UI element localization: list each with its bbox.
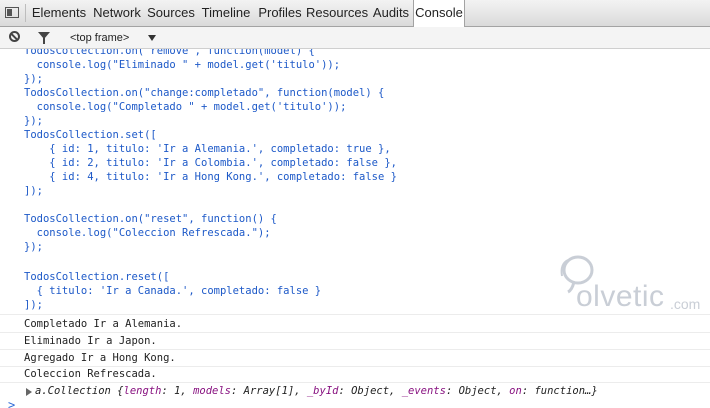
filter-icon[interactable] [38,32,50,44]
console-toolbar: <top frame> [0,27,710,49]
code-line: { id: 4, titulo: 'Ir a Hong Kong.', comp… [24,171,397,183]
code-line: console.log("Coleccion Refrescada."); [24,227,271,239]
object-value: : Array[1], [231,385,307,397]
frame-selector[interactable]: <top frame> [70,30,129,46]
watermark-suffix: .com [670,296,701,312]
row-separator [0,382,710,383]
dock-icon[interactable] [5,7,19,18]
console-prompt[interactable]: > [8,398,15,408]
row-separator [0,349,710,350]
log-line: Coleccion Refrescada. [24,368,157,380]
object-key: models [193,385,231,397]
code-line: TodosCollection.on("remove", function(mo… [24,49,315,57]
code-line: console.log("Eliminado " + model.get('ti… [24,59,341,71]
tab-console[interactable]: Console [413,0,465,27]
code-line: }); [24,115,43,127]
tab-sources[interactable]: Sources [146,0,196,26]
console-output[interactable]: TodosCollection.on("remove", function(mo… [0,49,710,408]
log-line: Eliminado Ir a Japon. [24,335,157,347]
object-value: : Object, [445,385,510,397]
tab-audits[interactable]: Audits [370,0,412,26]
object-key: _byId [306,385,339,397]
code-line: }); [24,241,43,253]
code-line: TodosCollection.on("reset", function() { [24,213,277,225]
code-line: ]); [24,185,43,197]
watermark: olvetic .com [548,252,708,322]
code-line: ]); [24,299,43,311]
log-line: Completado Ir a Alemania. [24,318,183,330]
tab-network[interactable]: Network [90,0,144,26]
collection-object[interactable]: a.Collection {length: 1, models: Array[1… [35,384,598,398]
code-line: { id: 1, titulo: 'Ir a Alemania.', compl… [24,143,391,155]
code-line: TodosCollection.reset([ [24,271,170,283]
object-key: length [123,385,162,397]
object-key: on [509,385,522,397]
dropdown-arrow-icon[interactable] [148,35,156,41]
code-line: { id: 2, titulo: 'Ir a Colombia.', compl… [24,157,397,169]
code-line: TodosCollection.set([ [24,129,157,141]
tab-profiles[interactable]: Profiles [256,0,304,26]
code-line: }); [24,73,43,85]
object-prefix: a.Collection { [35,385,124,397]
row-separator [0,332,710,333]
tab-timeline[interactable]: Timeline [198,0,254,26]
tab-separator [25,4,26,22]
code-line: TodosCollection.on("change:completado", … [24,87,385,99]
clear-console-icon[interactable] [9,31,20,42]
tab-resources[interactable]: Resources [306,0,368,26]
expand-arrow-icon[interactable] [26,388,32,396]
object-key: _events [401,385,446,397]
object-value: : function…} [521,385,598,397]
code-line: { titulo: 'Ir a Canada.', completado: fa… [24,285,322,297]
code-line: console.log("Completado " + model.get('t… [24,101,347,113]
object-value: : 1, [161,385,194,397]
devtools-tab-bar: Elements Network Sources Timeline Profil… [0,0,710,27]
object-value: : Object, [338,385,402,397]
tab-elements[interactable]: Elements [28,0,90,26]
watermark-brand: olvetic [576,280,665,313]
log-line: Agregado Ir a Hong Kong. [24,352,176,364]
